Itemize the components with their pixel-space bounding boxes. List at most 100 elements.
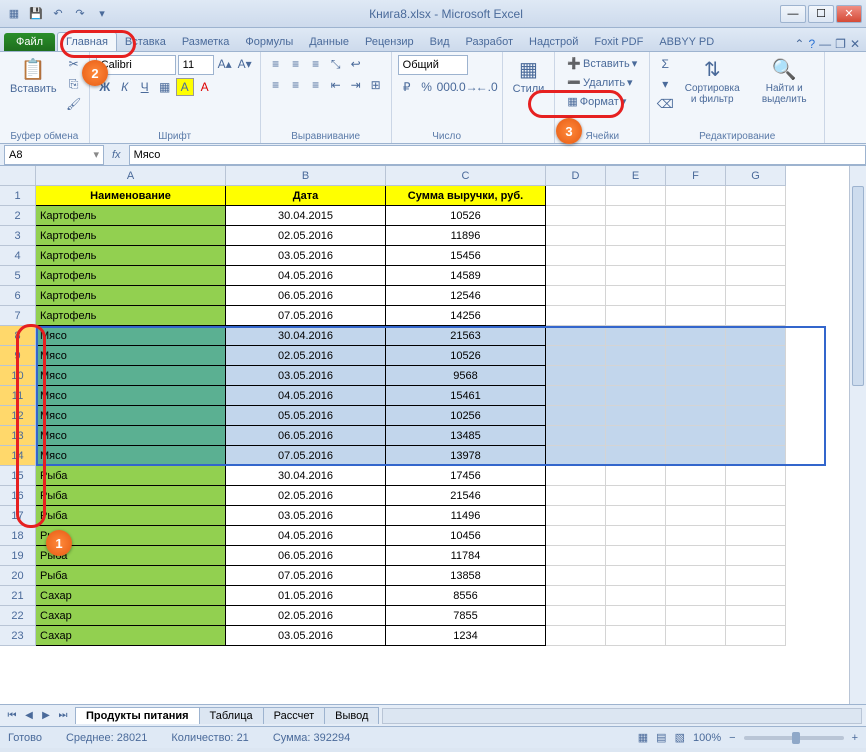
- cell[interactable]: [726, 426, 786, 446]
- row-header[interactable]: 23: [0, 626, 36, 646]
- view-normal-icon[interactable]: ▦: [638, 731, 648, 744]
- header-cell[interactable]: Дата: [226, 186, 386, 206]
- row-header[interactable]: 18: [0, 526, 36, 546]
- cell[interactable]: [726, 566, 786, 586]
- cell[interactable]: [606, 506, 666, 526]
- wrap-text-icon[interactable]: ↩: [347, 55, 365, 73]
- cut-icon[interactable]: ✂: [65, 55, 83, 73]
- cell[interactable]: [606, 606, 666, 626]
- cell[interactable]: 03.05.2016: [226, 506, 386, 526]
- cell[interactable]: [726, 246, 786, 266]
- cell[interactable]: 03.05.2016: [226, 626, 386, 646]
- cell[interactable]: 05.05.2016: [226, 406, 386, 426]
- cell[interactable]: 07.05.2016: [226, 446, 386, 466]
- cell[interactable]: [666, 346, 726, 366]
- view-layout-icon[interactable]: ▤: [656, 731, 666, 744]
- cell[interactable]: Сахар: [36, 586, 226, 606]
- cell[interactable]: [666, 426, 726, 446]
- tab-foxit[interactable]: Foxit PDF: [586, 33, 651, 51]
- increase-indent-icon[interactable]: ⇥: [347, 76, 365, 94]
- cell[interactable]: [726, 186, 786, 206]
- cell[interactable]: 01.05.2016: [226, 586, 386, 606]
- file-tab[interactable]: Файл: [4, 33, 55, 51]
- row-header[interactable]: 2: [0, 206, 36, 226]
- cell[interactable]: [726, 386, 786, 406]
- column-header-C[interactable]: C: [386, 166, 546, 186]
- cell[interactable]: [606, 566, 666, 586]
- tab-data[interactable]: Данные: [301, 33, 357, 51]
- excel-icon[interactable]: ▦: [4, 4, 24, 24]
- cell[interactable]: 7855: [386, 606, 546, 626]
- cell[interactable]: Рыба: [36, 506, 226, 526]
- cell[interactable]: [726, 526, 786, 546]
- cell[interactable]: [546, 526, 606, 546]
- column-header-B[interactable]: B: [226, 166, 386, 186]
- align-top-icon[interactable]: ≡: [267, 55, 285, 73]
- tab-formulas[interactable]: Формулы: [237, 33, 301, 51]
- cell[interactable]: [726, 546, 786, 566]
- row-header[interactable]: 17: [0, 506, 36, 526]
- cell[interactable]: Картофель: [36, 266, 226, 286]
- cell[interactable]: [546, 326, 606, 346]
- cell[interactable]: 02.05.2016: [226, 346, 386, 366]
- column-header-A[interactable]: A: [36, 166, 226, 186]
- cell[interactable]: [606, 266, 666, 286]
- merge-icon[interactable]: ⊞: [367, 76, 385, 94]
- tab-addins[interactable]: Надстрой: [521, 33, 586, 51]
- decrease-indent-icon[interactable]: ⇤: [327, 76, 345, 94]
- cell[interactable]: [666, 286, 726, 306]
- cell[interactable]: [666, 306, 726, 326]
- cell[interactable]: [546, 586, 606, 606]
- cell[interactable]: [666, 526, 726, 546]
- cell[interactable]: Сахар: [36, 606, 226, 626]
- cell[interactable]: Рыба: [36, 546, 226, 566]
- cell[interactable]: [606, 206, 666, 226]
- cell[interactable]: [666, 606, 726, 626]
- cell[interactable]: Мясо: [36, 366, 226, 386]
- cell[interactable]: 12546: [386, 286, 546, 306]
- cell[interactable]: [546, 606, 606, 626]
- view-pagebreak-icon[interactable]: ▧: [675, 731, 685, 744]
- redo-icon[interactable]: ↷: [70, 4, 90, 24]
- paste-button[interactable]: 📋 Вставить: [6, 55, 61, 97]
- insert-cells-button[interactable]: ➕ Вставить ▾: [561, 55, 643, 72]
- cell[interactable]: [726, 286, 786, 306]
- tab-layout[interactable]: Разметка: [174, 33, 238, 51]
- cell[interactable]: [546, 426, 606, 446]
- fill-color-icon[interactable]: A: [176, 78, 194, 96]
- maximize-button[interactable]: ☐: [808, 5, 834, 23]
- cell[interactable]: 15461: [386, 386, 546, 406]
- cell[interactable]: [546, 246, 606, 266]
- cell[interactable]: [606, 246, 666, 266]
- cell[interactable]: [666, 546, 726, 566]
- cell[interactable]: Мясо: [36, 406, 226, 426]
- cell[interactable]: [546, 566, 606, 586]
- row-header[interactable]: 20: [0, 566, 36, 586]
- number-format-combo[interactable]: Общий: [398, 55, 468, 75]
- cell[interactable]: Мясо: [36, 446, 226, 466]
- sheet-tab[interactable]: Вывод: [324, 707, 379, 724]
- cell[interactable]: [726, 606, 786, 626]
- cell[interactable]: [726, 206, 786, 226]
- help-icon[interactable]: ?: [808, 37, 815, 51]
- row-header[interactable]: 21: [0, 586, 36, 606]
- row-header[interactable]: 15: [0, 466, 36, 486]
- cell[interactable]: [546, 266, 606, 286]
- cell[interactable]: [666, 326, 726, 346]
- grow-font-icon[interactable]: A▴: [216, 55, 234, 73]
- cell[interactable]: 04.05.2016: [226, 386, 386, 406]
- cell[interactable]: [606, 446, 666, 466]
- cell[interactable]: 04.05.2016: [226, 266, 386, 286]
- font-color-icon[interactable]: A: [196, 78, 214, 96]
- cell[interactable]: [666, 186, 726, 206]
- cell[interactable]: [666, 486, 726, 506]
- cell[interactable]: Мясо: [36, 386, 226, 406]
- cell[interactable]: 10526: [386, 346, 546, 366]
- row-header[interactable]: 8: [0, 326, 36, 346]
- cell[interactable]: [606, 226, 666, 246]
- decrease-decimal-icon[interactable]: ←.0: [478, 78, 496, 96]
- cell[interactable]: 07.05.2016: [226, 306, 386, 326]
- minimize-button[interactable]: —: [780, 5, 806, 23]
- cell[interactable]: [726, 486, 786, 506]
- cell[interactable]: [606, 586, 666, 606]
